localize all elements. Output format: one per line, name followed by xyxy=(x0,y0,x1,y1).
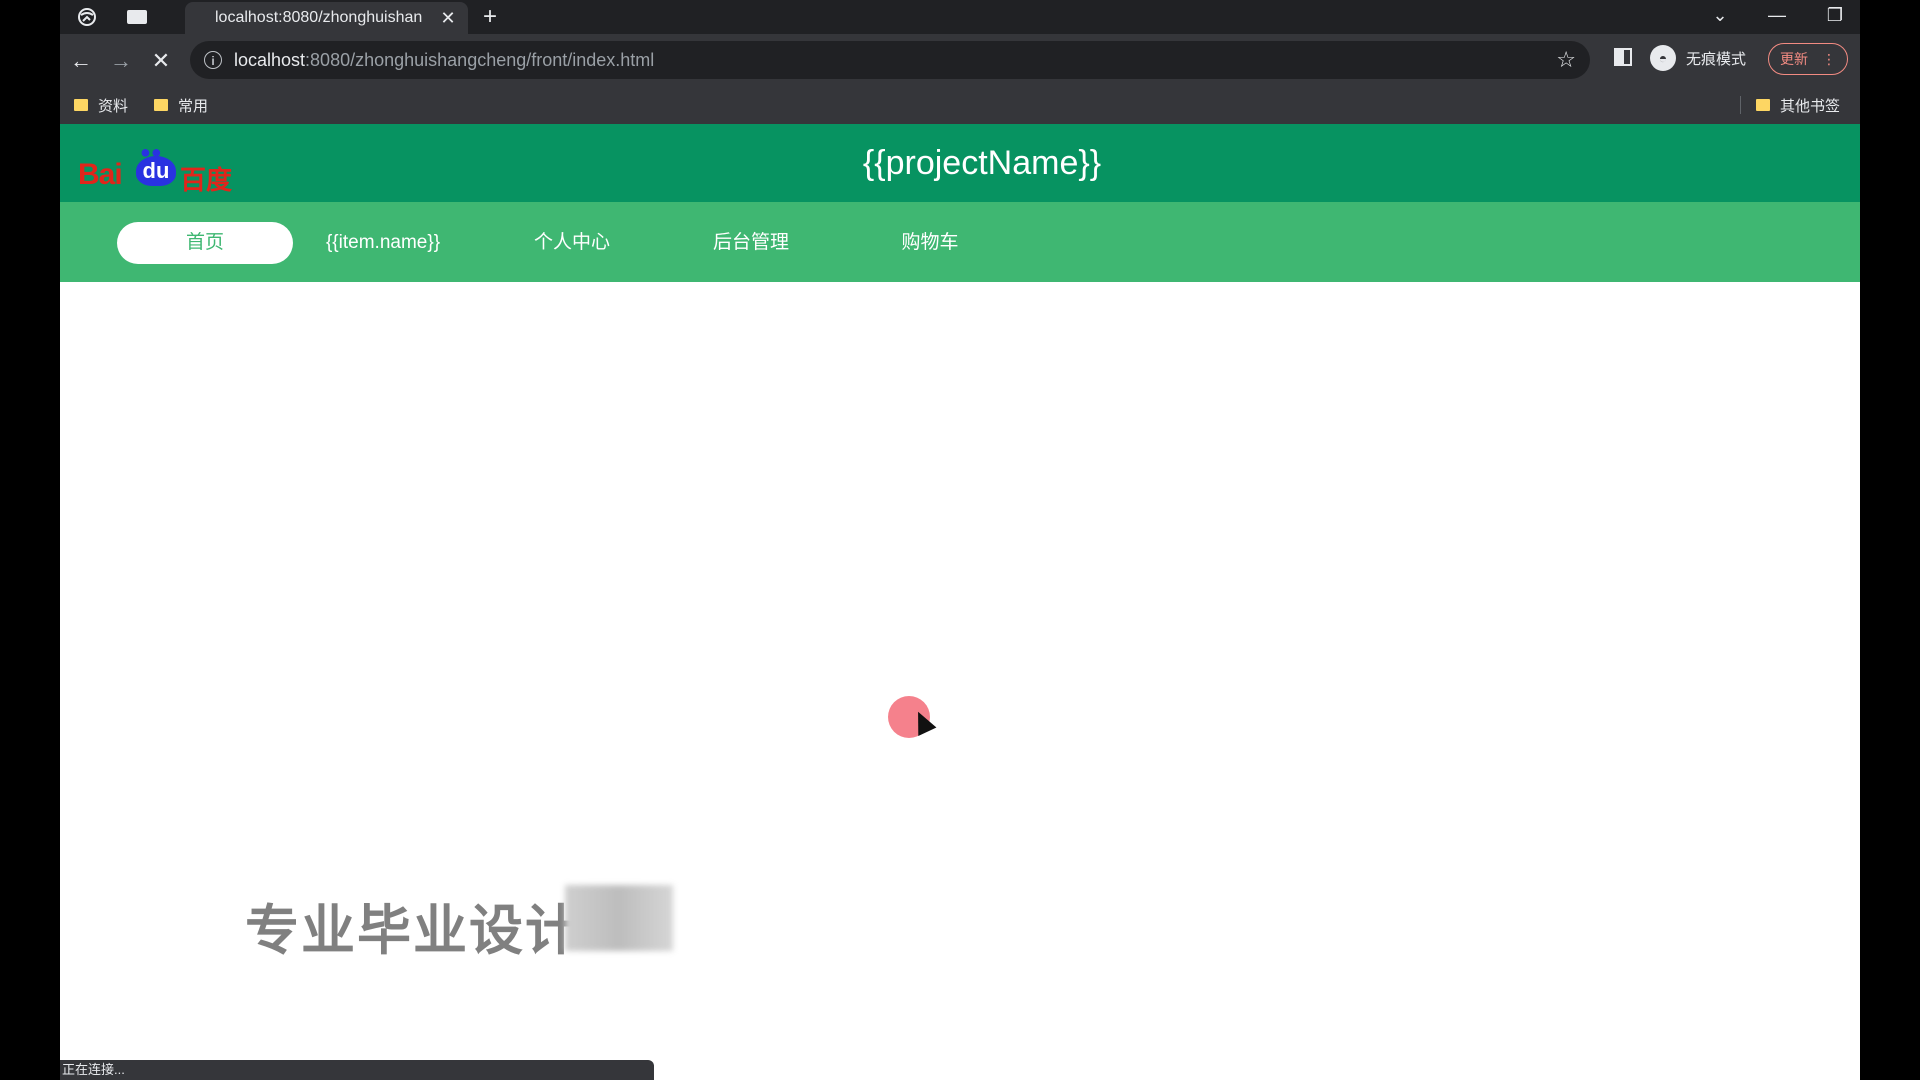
folder-icon xyxy=(74,99,88,111)
close-icon[interactable]: ✕ xyxy=(438,8,458,29)
back-arrow-icon[interactable]: ← xyxy=(66,46,96,76)
stop-loading-icon[interactable]: ✕ xyxy=(146,46,176,76)
info-icon[interactable]: i xyxy=(204,51,222,69)
page-content: ●● Bai du 百度 {{projectName}} 首页 {{item.n… xyxy=(60,124,1860,1080)
screen: localhost:8080/zhonghuishan ✕ + ⌄ — ❐ ← … xyxy=(0,0,1920,1080)
other-bookmarks[interactable]: 其他书签 xyxy=(1756,86,1840,124)
tab-strip: localhost:8080/zhonghuishan ✕ + ⌄ — ❐ xyxy=(60,0,1860,34)
kebab-menu-icon[interactable]: ⋮ xyxy=(1822,51,1836,68)
nav-item-admin[interactable]: 后台管理 xyxy=(663,222,839,264)
blurred-region xyxy=(565,885,673,951)
update-label: 更新 xyxy=(1780,51,1808,67)
browser-window: localhost:8080/zhonghuishan ✕ + ⌄ — ❐ ← … xyxy=(60,0,1860,1080)
incognito-icon: ◓ xyxy=(1650,45,1676,71)
new-tab-button[interactable]: + xyxy=(475,4,505,30)
nav-item-personal-center[interactable]: 个人中心 xyxy=(484,222,660,264)
folder-icon xyxy=(154,99,168,111)
site-nav: 首页 {{item.name}} 个人中心 后台管理 购物车 xyxy=(60,202,1860,282)
other-bookmarks-label: 其他书签 xyxy=(1780,97,1841,115)
tab-active[interactable]: localhost:8080/zhonghuishan ✕ xyxy=(185,2,468,34)
status-bar: 正在连接... xyxy=(60,1060,654,1080)
toolbar: ← → ✕ i localhost:8080/zhonghuishangchen… xyxy=(60,34,1860,86)
star-icon[interactable]: ☆ xyxy=(1556,47,1576,73)
chevron-down-icon[interactable]: ⌄ xyxy=(1695,0,1745,30)
side-panel-icon[interactable] xyxy=(1613,47,1633,73)
url-path: :8080/zhonghuishangcheng/front/index.htm… xyxy=(305,49,655,70)
globe-icon[interactable] xyxy=(72,4,102,30)
nav-item-home[interactable]: 首页 xyxy=(117,222,293,264)
folder-icon xyxy=(1756,99,1770,111)
address-bar[interactable]: i localhost:8080/zhonghuishangcheng/fron… xyxy=(190,41,1590,79)
restore-icon[interactable]: ❐ xyxy=(1810,0,1860,30)
update-button[interactable]: 更新 ⋮ xyxy=(1768,43,1848,75)
minimize-icon[interactable]: — xyxy=(1752,0,1802,30)
bookmark-divider xyxy=(1740,96,1741,114)
bookmark-folder[interactable]: 常用 xyxy=(154,86,208,124)
nav-item-cart[interactable]: 购物车 xyxy=(842,222,1018,264)
tab-search-icon[interactable] xyxy=(122,4,152,30)
project-title: {{projectName}} xyxy=(862,144,1102,182)
bookmark-label: 资料 xyxy=(98,97,129,115)
bookmark-label: 常用 xyxy=(178,97,209,115)
watermark-text: 专业毕业设计 xyxy=(245,901,581,961)
bookmark-folder[interactable]: 资料 xyxy=(74,86,128,124)
site-header: ●● Bai du 百度 {{projectName}} xyxy=(60,124,1860,202)
incognito-label: 无痕模式 xyxy=(1686,50,1747,68)
forward-arrow-icon[interactable]: → xyxy=(106,46,136,76)
tab-title: localhost:8080/zhonghuishan xyxy=(215,9,423,26)
bookmarks-bar: 资料 常用 其他书签 xyxy=(60,86,1860,125)
url-host: localhost xyxy=(234,49,306,70)
incognito-indicator[interactable]: ◓ 无痕模式 xyxy=(1650,45,1746,71)
nav-item-dynamic[interactable]: {{item.name}} xyxy=(295,222,471,264)
